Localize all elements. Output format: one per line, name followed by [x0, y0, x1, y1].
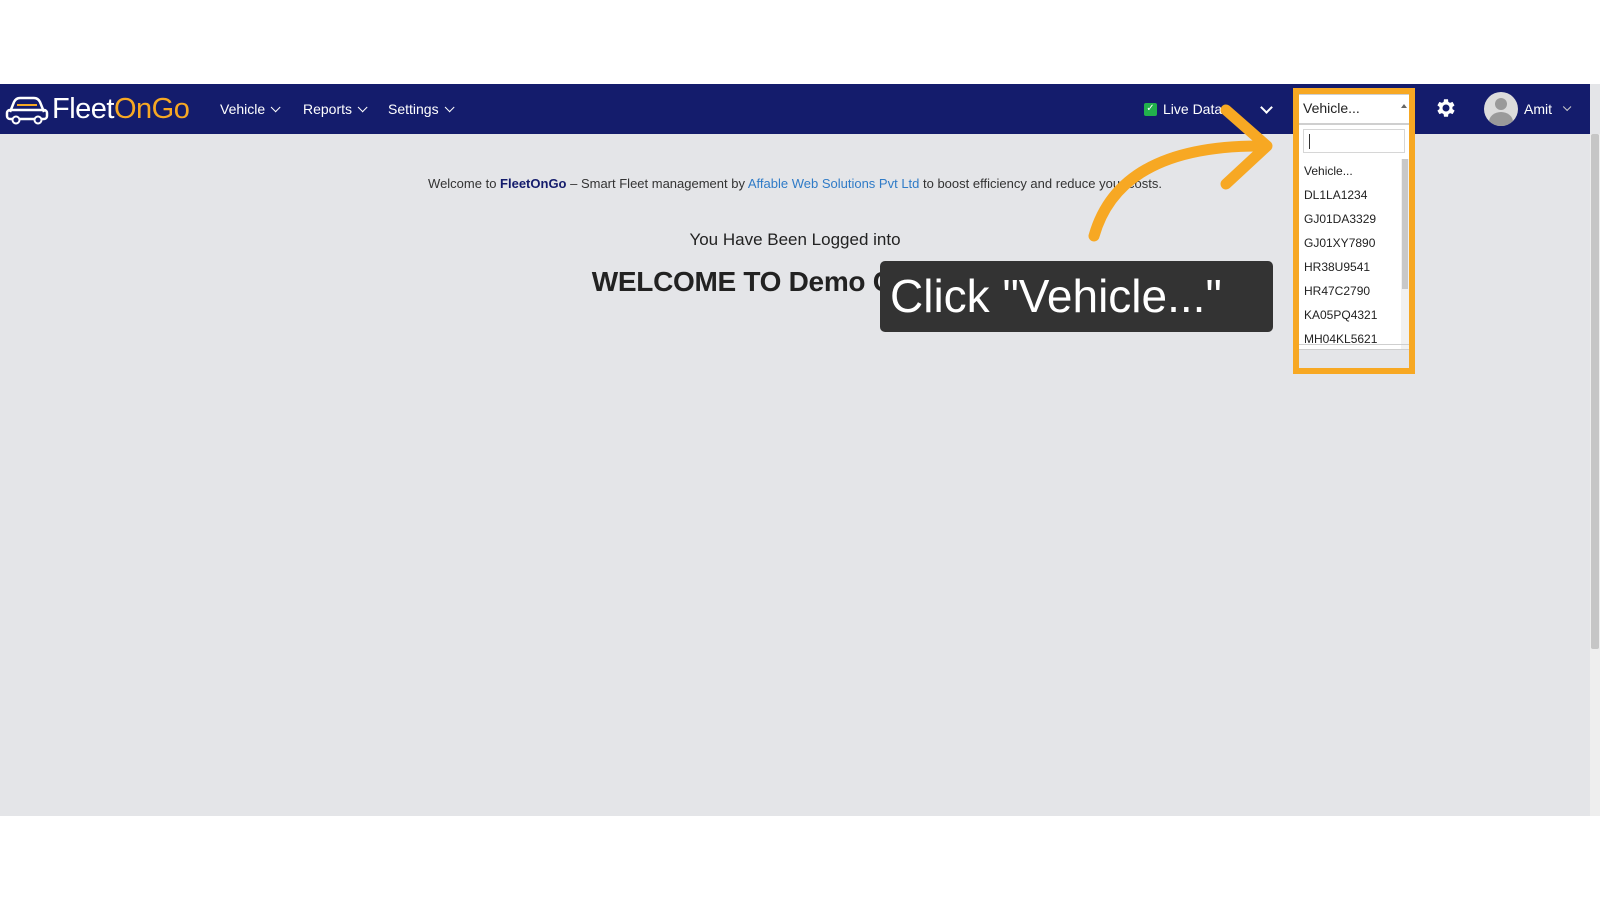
dropdown-scrollbar[interactable] — [1401, 159, 1409, 349]
brand-name-part2: OnGo — [113, 92, 190, 125]
scrollbar-thumb[interactable] — [1591, 134, 1599, 649]
vehicle-select-value: Vehicle... — [1303, 100, 1360, 116]
welcome-middle: – Smart Fleet management by — [566, 176, 748, 191]
brand-name-part1: Fleet — [52, 92, 114, 125]
user-menu[interactable]: Amit — [1484, 92, 1572, 126]
chevron-down-icon — [270, 101, 281, 112]
menu-reports-label: Reports — [303, 101, 353, 117]
user-name: Amit — [1524, 101, 1552, 117]
welcome-brand: FleetOnGo — [500, 176, 567, 191]
vehicle-option[interactable]: DL1LA1234 — [1299, 183, 1409, 207]
vehicle-option[interactable]: GJ01DA3329 — [1299, 207, 1409, 231]
gear-icon[interactable] — [1434, 96, 1458, 120]
chevron-down-icon — [357, 101, 368, 112]
vehicle-option[interactable]: Vehicle... — [1299, 159, 1409, 183]
chevron-down-icon — [1562, 102, 1572, 112]
live-data-label: Live Data — [1163, 101, 1223, 117]
menu-reports[interactable]: Reports — [303, 84, 368, 134]
user-avatar-icon — [1484, 92, 1518, 126]
vehicle-search-input[interactable] — [1303, 129, 1405, 153]
menu-vehicle-label: Vehicle — [220, 101, 266, 117]
menu-settings[interactable]: Settings — [388, 84, 455, 134]
vehicle-option[interactable]: KA05PQ4321 — [1299, 303, 1409, 327]
dropdown-divider — [1299, 344, 1409, 345]
dropdown-scrollbar-thumb[interactable] — [1402, 159, 1408, 289]
instruction-callout: Click "Vehicle..." — [880, 261, 1273, 332]
welcome-prefix: Welcome to — [428, 176, 501, 191]
checkbox-checked-icon[interactable]: ✓ — [1144, 102, 1157, 116]
page-scrollbar[interactable] — [1590, 134, 1600, 816]
text-cursor — [1309, 134, 1310, 149]
vehicle-option[interactable]: HR47C2790 — [1299, 279, 1409, 303]
vehicle-dropdown: Vehicle... DL1LA1234 GJ01DA3329 GJ01XY78… — [1298, 124, 1410, 350]
vehicle-option[interactable]: GJ01XY7890 — [1299, 231, 1409, 255]
brand-name: FleetOnGo — [52, 92, 190, 125]
car-icon — [5, 96, 49, 125]
company-link[interactable]: Affable Web Solutions Pvt Ltd — [748, 176, 920, 191]
chevron-down-icon[interactable] — [1260, 101, 1273, 114]
chevron-down-icon — [444, 101, 455, 112]
vehicle-select[interactable]: Vehicle... — [1298, 94, 1410, 124]
caret-up-icon — [1401, 104, 1407, 108]
vehicle-option-list: Vehicle... DL1LA1234 GJ01DA3329 GJ01XY78… — [1299, 159, 1409, 351]
menu-settings-label: Settings — [388, 101, 439, 117]
menu-vehicle[interactable]: Vehicle — [220, 84, 281, 134]
live-data-toggle[interactable]: ✓ Live Data — [1144, 84, 1222, 134]
brand-logo[interactable]: FleetOnGo — [4, 90, 190, 128]
welcome-suffix: to boost efficiency and reduce your cost… — [919, 176, 1162, 191]
vehicle-option[interactable]: MH04KL5621 — [1299, 327, 1409, 351]
vehicle-option[interactable]: HR38U9541 — [1299, 255, 1409, 279]
